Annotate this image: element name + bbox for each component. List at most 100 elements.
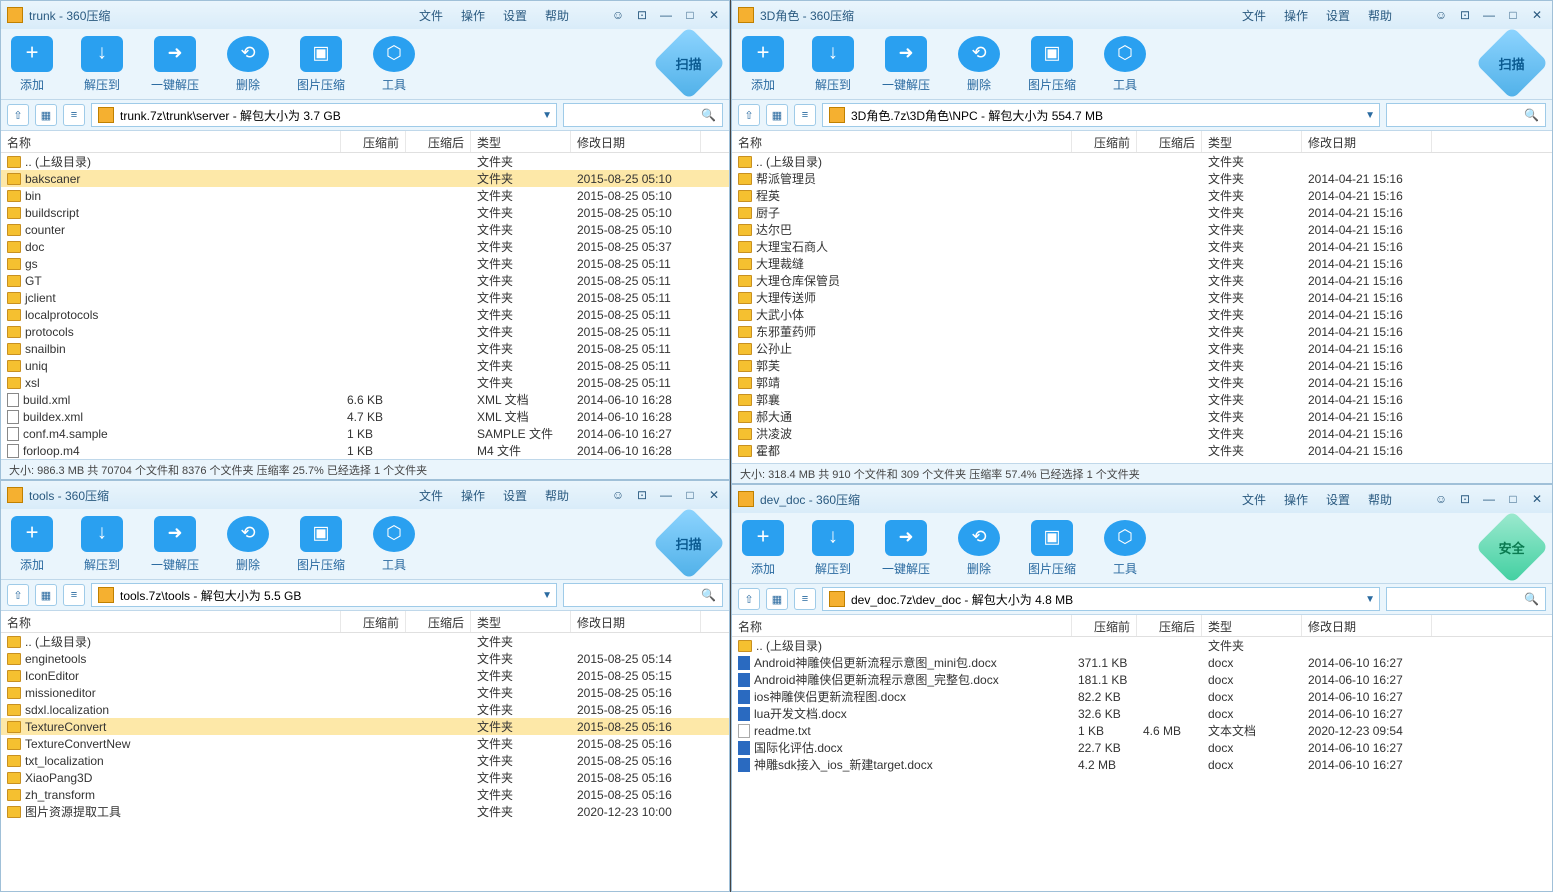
list-row[interactable]: uniq 文件夹 2015-08-25 05:11 — [1, 357, 729, 374]
path-input[interactable]: 3D角色.7z\3D角色\NPC - 解包大小为 554.7 MB ▼ — [822, 103, 1380, 127]
feedback-icon[interactable]: ☺ — [609, 7, 627, 23]
list-row[interactable]: 大理裁缝 文件夹 2014-04-21 15:16 — [732, 255, 1552, 272]
feedback-icon[interactable]: ☺ — [1432, 7, 1450, 23]
col-date[interactable]: 修改日期 — [571, 131, 701, 152]
tools-button[interactable]: 工具 — [373, 36, 415, 93]
extract-button[interactable]: 解压到 — [812, 520, 854, 577]
col-type[interactable]: 类型 — [471, 611, 571, 632]
view-icons-button[interactable]: ▦ — [35, 104, 57, 126]
list-row[interactable]: buildscript 文件夹 2015-08-25 05:10 — [1, 204, 729, 221]
menu-help[interactable]: 帮助 — [545, 7, 569, 24]
list-row[interactable]: localprotocols 文件夹 2015-08-25 05:11 — [1, 306, 729, 323]
col-name[interactable]: 名称 — [1, 611, 341, 632]
image-compress-button[interactable]: 图片压缩 — [297, 516, 345, 573]
path-dropdown-icon[interactable]: ▼ — [1365, 594, 1375, 605]
menu-settings[interactable]: 设置 — [503, 7, 527, 24]
maximize-button[interactable]: □ — [681, 487, 699, 503]
col-after[interactable]: 压缩后 — [1137, 615, 1202, 636]
menu-settings[interactable]: 设置 — [1326, 491, 1350, 508]
list-row[interactable]: 郝大通 文件夹 2014-04-21 15:16 — [732, 408, 1552, 425]
view-icons-button[interactable]: ▦ — [766, 104, 788, 126]
view-icons-button[interactable]: ▦ — [35, 584, 57, 606]
col-date[interactable]: 修改日期 — [1302, 615, 1432, 636]
list-row[interactable]: IconEditor 文件夹 2015-08-25 05:15 — [1, 667, 729, 684]
list-row[interactable]: 东邪董药师 文件夹 2014-04-21 15:16 — [732, 323, 1552, 340]
add-button[interactable]: 添加 — [742, 36, 784, 93]
list-row[interactable]: enginetools 文件夹 2015-08-25 05:14 — [1, 650, 729, 667]
list-row[interactable]: 郭芙 文件夹 2014-04-21 15:16 — [732, 357, 1552, 374]
col-before[interactable]: 压缩前 — [341, 131, 406, 152]
list-row[interactable]: zh_transform 文件夹 2015-08-25 05:16 — [1, 786, 729, 803]
close-button[interactable]: ✕ — [1528, 7, 1546, 23]
list-row[interactable]: Android神雕侠侣更新流程示意图_mini包.docx 371.1 KB d… — [732, 654, 1552, 671]
col-name[interactable]: 名称 — [732, 131, 1072, 152]
list-row[interactable]: 大武小体 文件夹 2014-04-21 15:16 — [732, 306, 1552, 323]
nav-up-button[interactable]: ⇧ — [738, 104, 760, 126]
pin-icon[interactable]: ⊡ — [1456, 491, 1474, 507]
path-dropdown-icon[interactable]: ▼ — [542, 110, 552, 121]
path-input[interactable]: dev_doc.7z\dev_doc - 解包大小为 4.8 MB ▼ — [822, 587, 1380, 611]
menu-file[interactable]: 文件 — [1242, 7, 1266, 24]
list-row[interactable]: conf.m4.sample 1 KB SAMPLE 文件 2014-06-10… — [1, 425, 729, 442]
maximize-button[interactable]: □ — [681, 7, 699, 23]
list-row[interactable]: GT 文件夹 2015-08-25 05:11 — [1, 272, 729, 289]
col-after[interactable]: 压缩后 — [406, 611, 471, 632]
list-row[interactable]: build.xml 6.6 KB XML 文档 2014-06-10 16:28 — [1, 391, 729, 408]
nav-up-button[interactable]: ⇧ — [7, 584, 29, 606]
image-compress-button[interactable]: 图片压缩 — [1028, 520, 1076, 577]
col-type[interactable]: 类型 — [1202, 131, 1302, 152]
list-row[interactable]: doc 文件夹 2015-08-25 05:37 — [1, 238, 729, 255]
list-row[interactable]: ios神雕侠侣更新流程图.docx 82.2 KB docx 2014-06-1… — [732, 688, 1552, 705]
list-row[interactable]: gs 文件夹 2015-08-25 05:11 — [1, 255, 729, 272]
close-button[interactable]: ✕ — [705, 487, 723, 503]
close-button[interactable]: ✕ — [705, 7, 723, 23]
col-after[interactable]: 压缩后 — [1137, 131, 1202, 152]
menu-help[interactable]: 帮助 — [545, 487, 569, 504]
menu-file[interactable]: 文件 — [419, 487, 443, 504]
path-dropdown-icon[interactable]: ▼ — [1365, 110, 1375, 121]
col-type[interactable]: 类型 — [1202, 615, 1302, 636]
search-input[interactable]: 🔍 — [1386, 103, 1546, 127]
list-row[interactable]: XiaoPang3D 文件夹 2015-08-25 05:16 — [1, 769, 729, 786]
pin-icon[interactable]: ⊡ — [1456, 7, 1474, 23]
tools-button[interactable]: 工具 — [373, 516, 415, 573]
col-before[interactable]: 压缩前 — [1072, 131, 1137, 152]
view-icons-button[interactable]: ▦ — [766, 588, 788, 610]
list-row[interactable]: 达尔巴 文件夹 2014-04-21 15:16 — [732, 221, 1552, 238]
list-row[interactable]: 程英 文件夹 2014-04-21 15:16 — [732, 187, 1552, 204]
list-row[interactable]: 大理宝石商人 文件夹 2014-04-21 15:16 — [732, 238, 1552, 255]
col-name[interactable]: 名称 — [732, 615, 1072, 636]
nav-up-button[interactable]: ⇧ — [7, 104, 29, 126]
col-date[interactable]: 修改日期 — [1302, 131, 1432, 152]
path-dropdown-icon[interactable]: ▼ — [542, 590, 552, 601]
col-after[interactable]: 压缩后 — [406, 131, 471, 152]
nav-up-button[interactable]: ⇧ — [738, 588, 760, 610]
list-row[interactable]: counter 文件夹 2015-08-25 05:10 — [1, 221, 729, 238]
parent-dir-row[interactable]: .. (上级目录) 文件夹 — [1, 153, 729, 170]
list-row[interactable]: bin 文件夹 2015-08-25 05:10 — [1, 187, 729, 204]
menu-operate[interactable]: 操作 — [461, 7, 485, 24]
onekey-extract-button[interactable]: 一键解压 — [882, 36, 930, 93]
onekey-extract-button[interactable]: 一键解压 — [151, 36, 199, 93]
maximize-button[interactable]: □ — [1504, 491, 1522, 507]
path-input[interactable]: trunk.7z\trunk\server - 解包大小为 3.7 GB ▼ — [91, 103, 557, 127]
minimize-button[interactable]: — — [657, 7, 675, 23]
col-before[interactable]: 压缩前 — [341, 611, 406, 632]
list-row[interactable]: bakscaner 文件夹 2015-08-25 05:10 — [1, 170, 729, 187]
image-compress-button[interactable]: 图片压缩 — [1028, 36, 1076, 93]
scan-badge[interactable]: 扫描 — [1475, 26, 1549, 100]
parent-dir-row[interactable]: .. (上级目录) 文件夹 — [1, 633, 729, 650]
column-header[interactable]: 名称 压缩前 压缩后 类型 修改日期 — [1, 611, 729, 633]
safe-badge[interactable]: 安全 — [1475, 510, 1549, 584]
extract-button[interactable]: 解压到 — [81, 516, 123, 573]
menu-help[interactable]: 帮助 — [1368, 7, 1392, 24]
list-row[interactable]: buildex.xml 4.7 KB XML 文档 2014-06-10 16:… — [1, 408, 729, 425]
add-button[interactable]: 添加 — [11, 36, 53, 93]
pin-icon[interactable]: ⊡ — [633, 487, 651, 503]
col-date[interactable]: 修改日期 — [571, 611, 701, 632]
tools-button[interactable]: 工具 — [1104, 520, 1146, 577]
add-button[interactable]: 添加 — [742, 520, 784, 577]
search-input[interactable]: 🔍 — [563, 583, 723, 607]
list-row[interactable]: 霍都 文件夹 2014-04-21 15:16 — [732, 442, 1552, 459]
maximize-button[interactable]: □ — [1504, 7, 1522, 23]
